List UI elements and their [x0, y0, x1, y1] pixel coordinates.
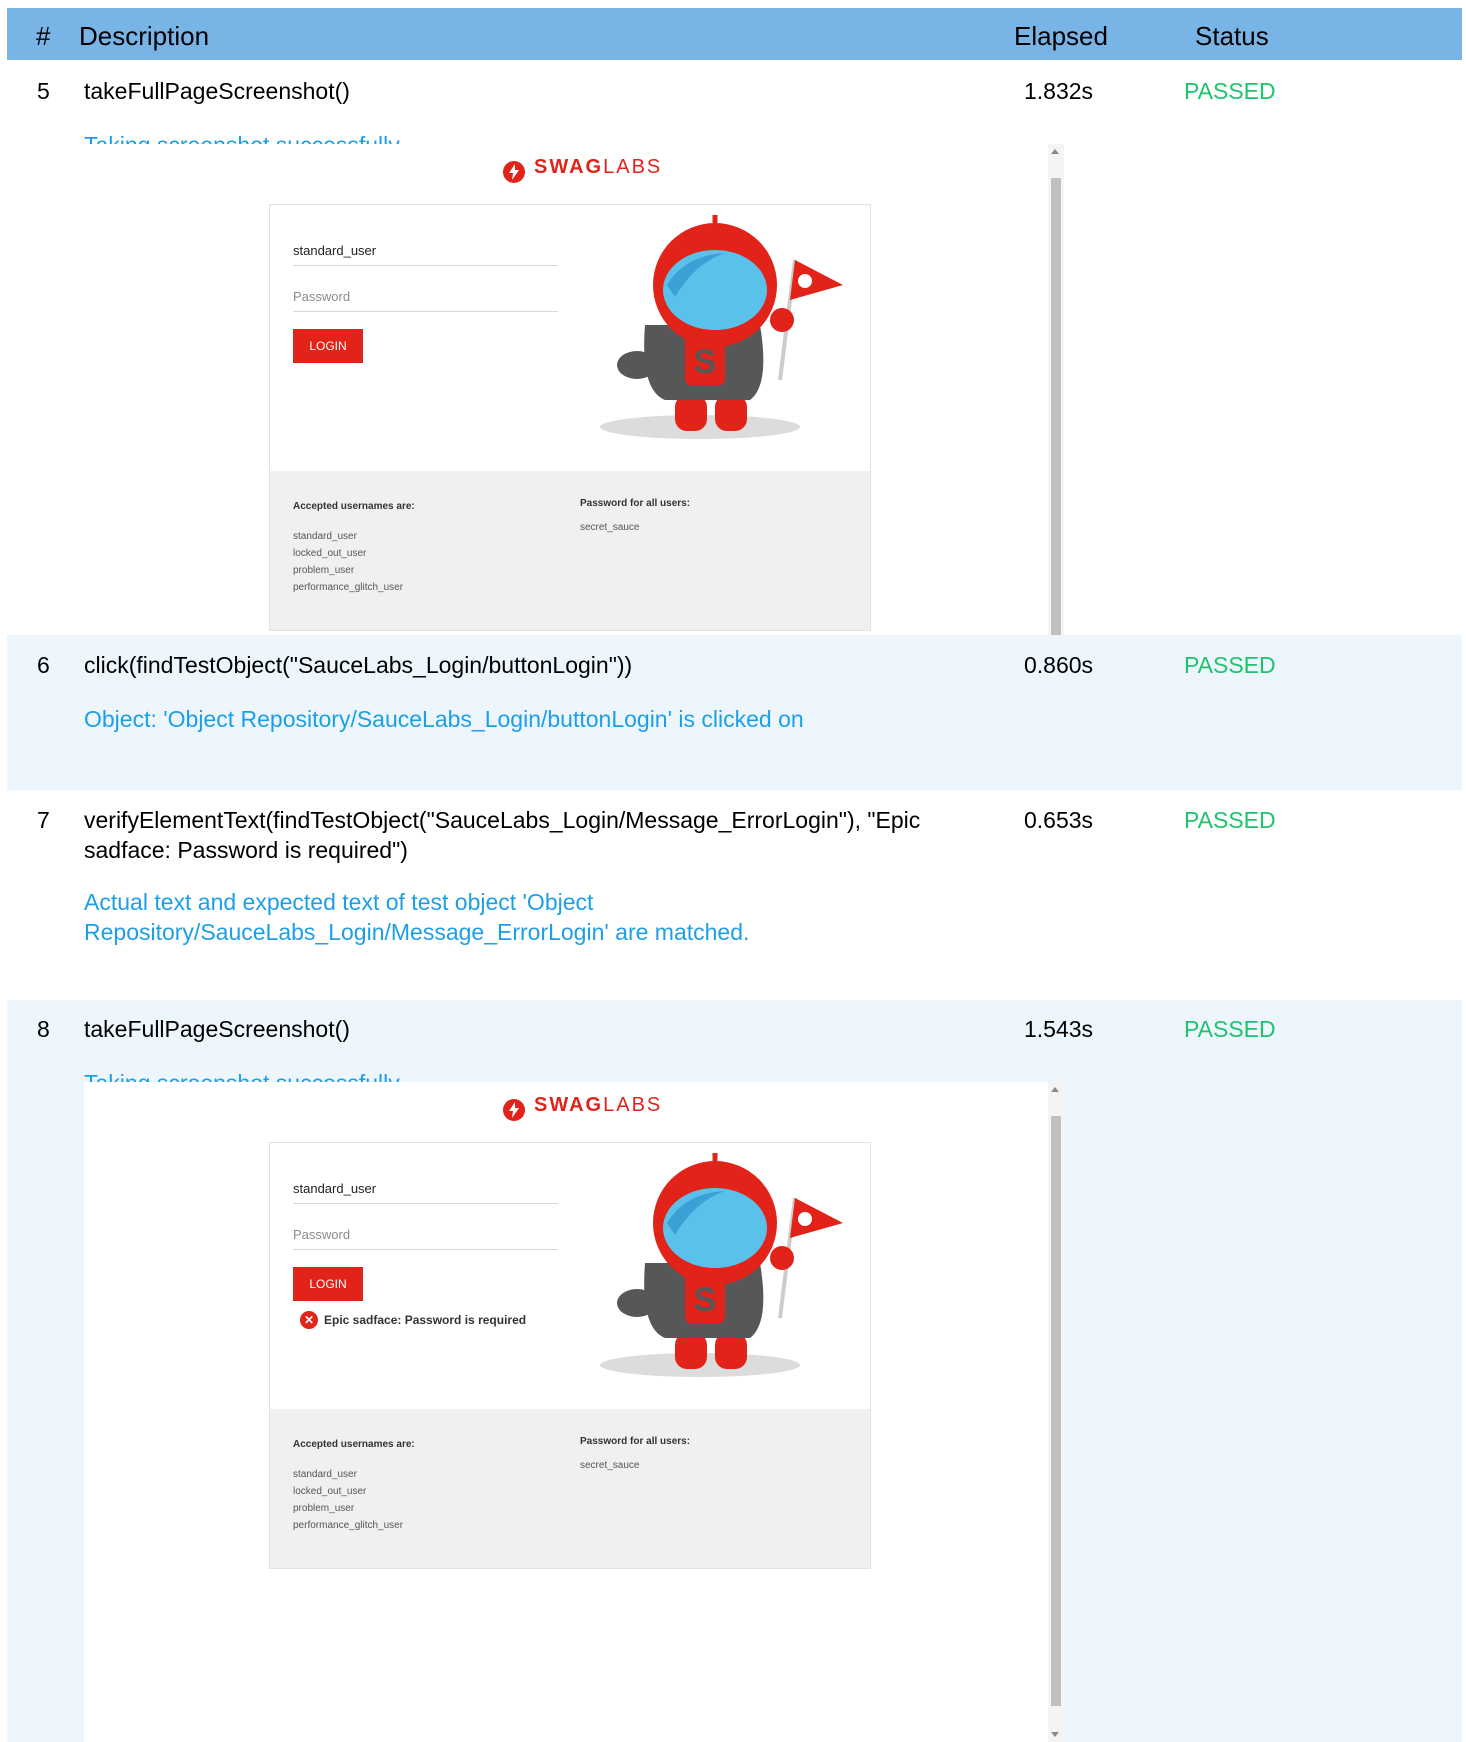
password-heading: Password for all users:	[580, 498, 691, 509]
screenshot-scrollbar[interactable]	[1048, 144, 1064, 684]
step-elapsed: 1.832s	[1024, 78, 1094, 104]
scroll-thumb[interactable]	[1051, 178, 1061, 656]
login-card: standard_user Password LOGIN ✕ Epic sadf…	[269, 1142, 871, 1569]
scroll-up-icon[interactable]	[1051, 1087, 1059, 1092]
username-option: standard_user	[293, 531, 357, 542]
test-report: # Description Elapsed Status 5 takeFullP…	[7, 8, 1462, 1742]
mascot-robot-image: S	[600, 215, 843, 439]
step-number: 8	[37, 1016, 50, 1042]
login-button[interactable]: LOGIN	[293, 1267, 363, 1301]
table-row-step-7: 7 verifyElementText(findTestObject("Sauc…	[7, 790, 1462, 1000]
password-field[interactable]: Password	[293, 1221, 558, 1250]
username-option: standard_user	[293, 1469, 357, 1480]
svg-text:S: S	[694, 1281, 717, 1319]
username-field[interactable]: standard_user	[293, 1175, 558, 1204]
header-num: #	[36, 21, 51, 51]
step-elapsed: 0.653s	[1024, 807, 1094, 833]
header-elapsed: Elapsed	[1014, 21, 1108, 51]
swag-logo-icon	[503, 1099, 525, 1121]
scroll-thumb[interactable]	[1051, 1116, 1061, 1706]
step-number: 5	[37, 78, 50, 104]
table-row-step-8: 8 takeFullPageScreenshot() 1.543s PASSED…	[7, 1000, 1462, 1742]
table-header: # Description Elapsed Status	[7, 8, 1462, 60]
step-status: PASSED	[1184, 807, 1276, 833]
step-status: PASSED	[1184, 652, 1276, 678]
screenshot-scrollbar[interactable]	[1048, 1082, 1064, 1742]
step-description: verifyElementText(findTestObject("SauceL…	[84, 807, 921, 863]
password-heading: Password for all users:	[580, 1436, 691, 1447]
step-number: 6	[37, 652, 50, 678]
step-description: takeFullPageScreenshot()	[84, 78, 350, 104]
username-option: performance_glitch_user	[293, 582, 404, 593]
username-option: locked_out_user	[293, 1486, 367, 1497]
username-option: performance_glitch_user	[293, 1520, 404, 1531]
swag-logo-icon	[503, 161, 525, 183]
error-x-icon: ✕	[300, 1311, 318, 1329]
step-description: takeFullPageScreenshot()	[84, 1016, 350, 1042]
step-number: 7	[37, 807, 50, 833]
username-option: problem_user	[293, 1503, 355, 1514]
step-elapsed: 1.543s	[1024, 1016, 1094, 1042]
table-row-step-5: 5 takeFullPageScreenshot() 1.832s PASSED…	[7, 60, 1462, 684]
accepted-usernames-heading: Accepted usernames are:	[293, 1439, 415, 1450]
scroll-down-icon[interactable]	[1051, 1732, 1059, 1737]
step-status: PASSED	[1184, 1016, 1276, 1042]
svg-text:S: S	[694, 343, 717, 381]
screenshot-2: SWAGLABS standard_user Password LOGIN ✕ …	[84, 1082, 1064, 1742]
accepted-usernames-heading: Accepted usernames are:	[293, 501, 415, 512]
username-field[interactable]: standard_user	[293, 237, 558, 266]
password-value: secret_sauce	[580, 1460, 640, 1471]
step-message: Actual text and expected text of test ob…	[84, 889, 750, 945]
step-message: Object: 'Object Repository/SauceLabs_Log…	[84, 706, 804, 732]
step-elapsed: 0.860s	[1024, 652, 1094, 678]
username-option: locked_out_user	[293, 548, 367, 559]
login-button[interactable]: LOGIN	[293, 329, 363, 363]
scroll-up-icon[interactable]	[1051, 149, 1059, 154]
step-description: click(findTestObject("SauceLabs_Login/bu…	[84, 652, 633, 678]
password-field[interactable]: Password	[293, 283, 558, 312]
header-status: Status	[1195, 21, 1269, 51]
password-value: secret_sauce	[580, 522, 640, 533]
table-row-step-6: 6 click(findTestObject("SauceLabs_Login/…	[7, 635, 1462, 790]
step-status: PASSED	[1184, 78, 1276, 104]
login-card: standard_user Password LOGIN S Accepted …	[269, 204, 871, 631]
username-option: problem_user	[293, 565, 355, 576]
screenshot-1: SWAGLABS standard_user Password LOGIN S	[84, 144, 1064, 684]
mascot-robot-image: S	[600, 1153, 843, 1377]
header-description: Description	[79, 21, 210, 51]
